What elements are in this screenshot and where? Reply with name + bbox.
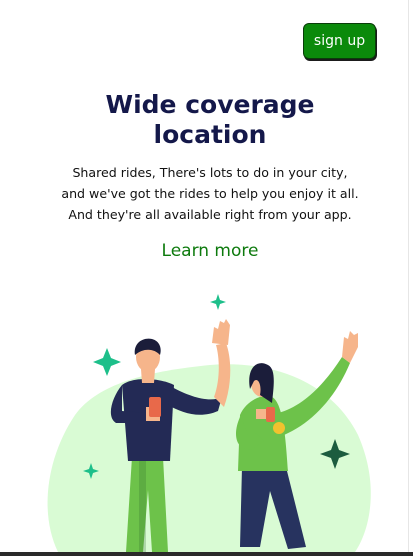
scrollbar-edge (408, 0, 409, 556)
bottom-edge (0, 552, 413, 556)
hero-description: Shared rides, There's lots to do in your… (40, 162, 380, 225)
description-line-2: and we've got the rides to help you enjo… (61, 186, 359, 201)
hero-illustration (47, 294, 371, 552)
landing-page: sign up Wide coverage location Shared ri… (0, 0, 413, 556)
learn-more-link[interactable]: Learn more (105, 239, 315, 263)
sparkle-icon (210, 294, 226, 310)
title-line-1: Wide coverage (105, 90, 315, 119)
description-line-3: And they're all available right from you… (68, 207, 352, 222)
page-title: Wide coverage location (60, 90, 360, 150)
sparkle-icon (93, 348, 121, 376)
title-line-2: location (153, 120, 267, 149)
description-line-1: Shared rides, There's lots to do in your… (72, 165, 348, 180)
sign-up-button[interactable]: sign up (303, 23, 376, 59)
